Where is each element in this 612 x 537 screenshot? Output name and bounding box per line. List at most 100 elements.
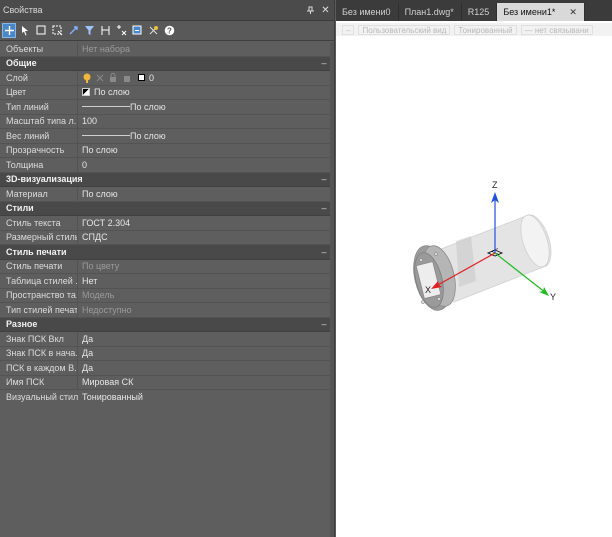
prop-row-lineweight[interactable]: Вес линий По слою: [0, 129, 331, 144]
collapse-icon[interactable]: –: [317, 174, 331, 184]
layer-swatch: [138, 74, 145, 82]
prop-row-visual-style[interactable]: Визуальный стиль Тонированный: [0, 390, 331, 405]
prop-key: Вес линий: [0, 129, 78, 143]
prop-row-plot-table[interactable]: Таблица стилей ... Нет: [0, 274, 331, 289]
panel-scrollbar[interactable]: [330, 42, 334, 537]
tab-doc-1[interactable]: План1.dwg*: [399, 3, 462, 21]
prop-row-thickness[interactable]: Толщина 0: [0, 158, 331, 173]
prop-key: ПСК в каждом В...: [0, 361, 78, 375]
prop-row-color[interactable]: Цвет По слою: [0, 85, 331, 100]
prop-value: Нет: [82, 275, 98, 286]
select-add-icon[interactable]: [2, 23, 16, 38]
visual-style-button[interactable]: Тонированный: [454, 24, 517, 35]
prop-value: По слою: [78, 100, 331, 114]
prop-row-ucs-on[interactable]: Знак ПСК Вкл Да: [0, 332, 331, 347]
quick-select-icon[interactable]: [50, 23, 64, 38]
prop-key: Слой: [0, 71, 78, 85]
collapse-icon[interactable]: –: [317, 58, 331, 68]
tab-doc-2[interactable]: R125: [462, 3, 498, 21]
prop-row-layer[interactable]: Слой 0: [0, 71, 331, 86]
collapse-icon[interactable]: –: [317, 319, 331, 329]
prop-key: Знак ПСК в нача...: [0, 346, 78, 360]
select-objects-icon[interactable]: [114, 23, 128, 38]
prop-value: По слою: [78, 129, 331, 143]
prop-key: Таблица стилей ...: [0, 274, 78, 288]
section-title: Разное: [6, 319, 38, 330]
tab-doc-0[interactable]: Без имени0: [336, 3, 399, 21]
filter-icon[interactable]: [82, 23, 96, 38]
prop-key: Тип линий: [0, 100, 78, 114]
section-3d-visualization[interactable]: 3D-визуализация –: [0, 172, 331, 187]
prop-row-material[interactable]: Материал По слою: [0, 187, 331, 202]
pointer-icon[interactable]: [18, 23, 32, 38]
prop-value: Нет набора: [82, 43, 130, 54]
prop-key: Объекты: [0, 42, 78, 56]
prop-key: Визуальный стиль: [6, 392, 78, 403]
prop-value: Недоступно: [82, 304, 132, 315]
prop-key: Пространство та...: [0, 288, 78, 302]
prop-value: По слою: [78, 86, 331, 100]
select-window-icon[interactable]: [34, 23, 48, 38]
linetype-value: По слою: [130, 101, 166, 112]
section-plot-style[interactable]: Стиль печати –: [0, 245, 331, 260]
prop-row-plot-type[interactable]: Тип стилей печати Недоступно: [0, 303, 331, 318]
snap-toggle-icon[interactable]: [146, 23, 160, 38]
prop-row-dim-style[interactable]: Размерный стиль СПДС: [0, 230, 331, 245]
tab-label: План1.dwg*: [404, 7, 454, 17]
panel-toolbar: ?: [0, 21, 334, 41]
prop-value: СПДС: [82, 232, 108, 243]
prop-value: Модель: [82, 290, 115, 301]
prop-key: Масштаб типа л...: [0, 114, 78, 128]
prop-value: По слою: [82, 145, 118, 156]
prop-row-plot-space[interactable]: Пространство та... Модель: [0, 288, 331, 303]
prop-key: Прозрачность: [0, 143, 78, 157]
prop-value: Да: [82, 333, 94, 344]
property-grid: Объекты Нет набора Общие – Слой 0 Цвет П…: [0, 42, 331, 405]
prop-row-linetype[interactable]: Тип линий По слою: [0, 100, 331, 115]
section-styles[interactable]: Стили –: [0, 201, 331, 216]
section-misc[interactable]: Разное –: [0, 317, 331, 332]
panel-title-bar: Свойства ✕: [0, 0, 334, 21]
viewport-menu-button[interactable]: –: [342, 24, 355, 35]
similar-icon[interactable]: [130, 23, 144, 38]
axis-label-z: Z: [492, 180, 498, 190]
axis-label-y: Y: [550, 292, 556, 302]
toggle-pickadd-icon[interactable]: [66, 23, 80, 38]
prop-key: Стиль печати: [0, 259, 78, 273]
cylinder-model[interactable]: [408, 212, 555, 315]
collapse-icon[interactable]: –: [317, 247, 331, 257]
tab-label: R125: [467, 7, 490, 17]
prop-key: Размерный стиль: [0, 230, 78, 244]
section-general[interactable]: Общие –: [0, 56, 331, 71]
model-viewport[interactable]: Z Y X: [336, 36, 612, 537]
prop-key: Цвет: [0, 85, 78, 99]
prop-row-ucs-each[interactable]: ПСК в каждом В... Да: [0, 361, 331, 376]
tab-doc-3[interactable]: Без имени1* ✕: [497, 3, 585, 21]
axis-label-x: X: [425, 285, 431, 295]
prop-value: Мировая СК: [82, 377, 134, 388]
close-icon[interactable]: ✕: [319, 4, 332, 17]
prop-row-plot-style[interactable]: Стиль печати По цвету: [0, 259, 331, 274]
drawing-area[interactable]: Без имени0 План1.dwg* R125 Без имени1* ✕…: [336, 0, 612, 537]
prop-value: По слою: [82, 188, 118, 199]
prop-row-transparency[interactable]: Прозрачность По слою: [0, 143, 331, 158]
prop-row-ucs-origin[interactable]: Знак ПСК в нача... Да: [0, 346, 331, 361]
close-tab-icon[interactable]: ✕: [569, 7, 577, 18]
pin-icon[interactable]: [304, 4, 317, 17]
link-button[interactable]: — нет связывани: [520, 24, 593, 35]
collapse-icon[interactable]: –: [317, 203, 331, 213]
prop-key: Материал: [0, 187, 78, 201]
prop-row-text-style[interactable]: Стиль текста ГОСТ 2.304: [0, 216, 331, 231]
help-icon[interactable]: ?: [162, 23, 176, 38]
layer-state-icons: [83, 72, 130, 83]
prop-key: Толщина: [0, 158, 78, 172]
prop-key: Знак ПСК Вкл: [0, 332, 78, 346]
selection-set-icon[interactable]: [98, 23, 112, 38]
view-name-button[interactable]: Пользовательский вид: [358, 24, 451, 35]
section-title: Стили: [6, 203, 34, 214]
prop-row-ltscale[interactable]: Масштаб типа л... 100: [0, 114, 331, 129]
prop-row-objects[interactable]: Объекты Нет набора: [0, 42, 331, 57]
tab-label: Без имени1*: [503, 7, 556, 17]
prop-row-ucs-name[interactable]: Имя ПСК Мировая СК: [0, 375, 331, 390]
properties-panel: Свойства ✕ ? Объекты Нет набора Общие – …: [0, 0, 335, 537]
